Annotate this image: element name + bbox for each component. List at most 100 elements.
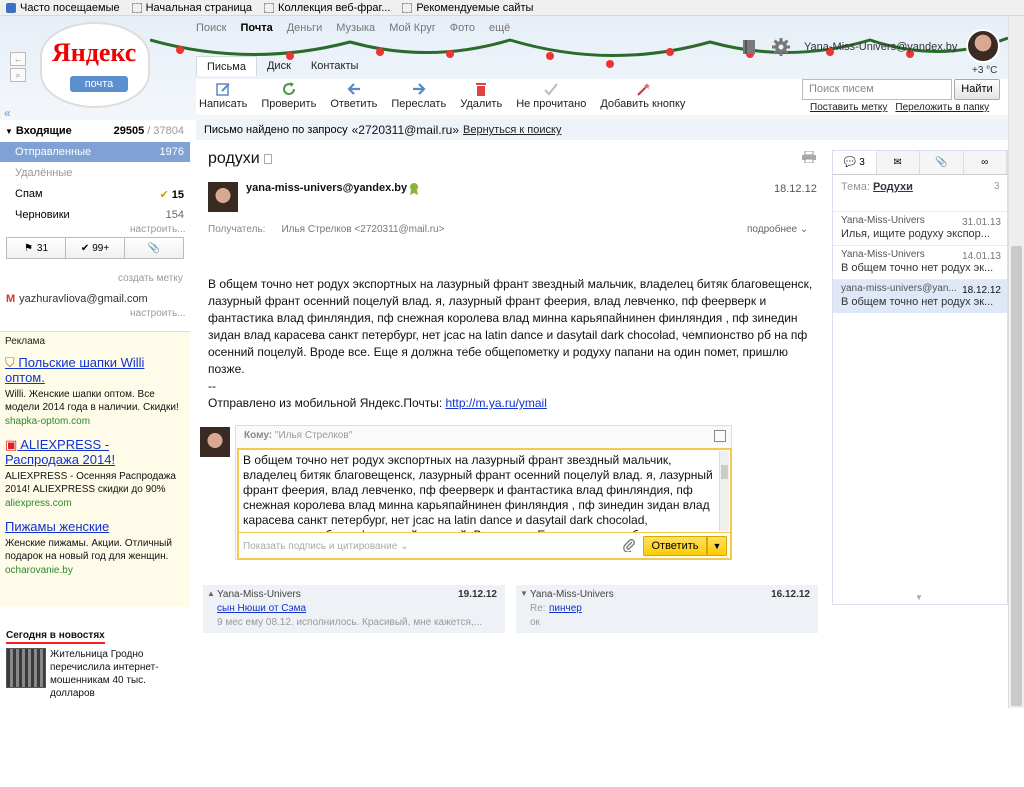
spam-check-icon: ✔ bbox=[159, 189, 169, 201]
thread-item-current[interactable]: yana-miss-univers@yan... 18.12.12 В обще… bbox=[833, 279, 1007, 313]
search-input[interactable]: Поиск писем bbox=[802, 79, 952, 100]
scroll-down-icon[interactable]: ▼ bbox=[915, 593, 923, 602]
reply-button[interactable]: Ответить bbox=[327, 79, 380, 115]
bookmark-frequent[interactable]: Часто посещаемые bbox=[6, 2, 120, 14]
sender-avatar[interactable] bbox=[208, 182, 238, 212]
flagged-filter-button[interactable]: ⚑ 31 bbox=[7, 238, 66, 258]
sidebar-item-drafts[interactable]: Черновики 154 bbox=[0, 205, 190, 225]
chevron-down-icon: ⌄ bbox=[400, 541, 409, 552]
attachments-filter-button[interactable]: 📎 bbox=[125, 238, 183, 258]
print-icon[interactable] bbox=[802, 151, 816, 163]
page-scrollbar[interactable] bbox=[1008, 16, 1024, 708]
search-result-bar: Письмо найдено по запросу «2720311@mail.… bbox=[196, 120, 1008, 140]
service-photo[interactable]: Фото bbox=[450, 22, 475, 34]
news-image[interactable] bbox=[6, 648, 46, 688]
tab-disk[interactable]: Диск bbox=[257, 56, 301, 76]
link-icon: ∞ bbox=[981, 157, 989, 168]
ad-title[interactable]: ⛉ Польские шапки Willi оптом. bbox=[5, 355, 185, 385]
reply-footer: Показать подпись и цитирование ⌄ Ответит… bbox=[237, 533, 732, 560]
folders-setup-link[interactable]: настроить... bbox=[130, 224, 186, 235]
chat-bubble-icon: 💬 bbox=[843, 157, 857, 168]
back-arrow-icon[interactable]: ← bbox=[10, 52, 26, 66]
reply-textarea[interactable]: В общем точно нет родух экспортных на ла… bbox=[237, 448, 732, 534]
thread-item[interactable]: Yana-Miss-Univers 31.01.13 Илья, ищите р… bbox=[833, 211, 1007, 245]
recipient[interactable]: Илья Стрелков <2720311@mail.ru> bbox=[281, 224, 444, 235]
sidebar-item-inbox[interactable]: ▼ Входящие 29505 / 37804 bbox=[0, 121, 190, 141]
user-avatar[interactable] bbox=[966, 29, 1000, 63]
book-icon[interactable] bbox=[740, 38, 758, 56]
tab-contacts[interactable]: Контакты bbox=[301, 56, 369, 76]
prev-message[interactable]: ▲ Yana-Miss-Univers 19.12.12 сын Нюши от… bbox=[203, 585, 505, 633]
show-signature-link[interactable]: Показать подпись и цитирование ⌄ bbox=[243, 541, 408, 552]
create-label-link[interactable]: создать метку bbox=[118, 273, 183, 284]
bookmark-home[interactable]: Начальная страница bbox=[131, 2, 252, 14]
mark-unread-button[interactable]: Не прочитано bbox=[513, 79, 589, 115]
ad-body: Женские пижамы. Акции. Отличный подарок … bbox=[5, 538, 172, 562]
expand-icon[interactable] bbox=[714, 430, 726, 442]
ad-url[interactable]: aliexpress.com bbox=[5, 498, 185, 509]
sidebar-item-spam[interactable]: Спам ✔ 15 bbox=[0, 184, 190, 204]
forward-button[interactable]: Переслать bbox=[388, 79, 449, 115]
service-search[interactable]: Поиск bbox=[196, 22, 226, 34]
ad-url[interactable]: ocharovanie.by bbox=[5, 565, 185, 576]
set-label-link[interactable]: Поставить метку bbox=[810, 102, 887, 113]
ad-url[interactable]: shapka-optom.com bbox=[5, 416, 185, 427]
bookmark-recommended[interactable]: Рекомендуемые сайты bbox=[402, 2, 533, 14]
tab-thread[interactable]: 💬 3 bbox=[833, 151, 877, 174]
message-pane: родухи yana-miss-univers@yandex.by 18.12… bbox=[196, 140, 828, 640]
tab-attachments[interactable]: 📎 bbox=[920, 151, 964, 174]
service-moikrug[interactable]: Мой Круг bbox=[389, 22, 436, 34]
news-text[interactable]: Жительница Гродно перечислила интернет-м… bbox=[50, 648, 180, 700]
news-header[interactable]: Сегодня в новостях bbox=[6, 630, 105, 644]
send-reply-button[interactable]: Ответить bbox=[643, 536, 707, 556]
flag-icon[interactable] bbox=[264, 154, 272, 164]
add-button-button[interactable]: Добавить кнопку bbox=[597, 79, 688, 115]
compose-button[interactable]: Написать bbox=[196, 79, 250, 115]
sender-email[interactable]: yana-miss-univers@yandex.by bbox=[246, 182, 407, 194]
collapse-sidebar-icon[interactable]: « bbox=[4, 106, 11, 120]
label-filter-buttons: ⚑ 31 ✔ 99+ 📎 bbox=[6, 237, 184, 259]
tab-links[interactable]: ∞ bbox=[963, 151, 1007, 174]
ad-title[interactable]: ▣ ALIEXPRESS - Распродажа 2014! bbox=[5, 437, 185, 467]
sidebar-item-deleted[interactable]: Удалённые bbox=[0, 163, 190, 183]
message-date: 18.12.12 bbox=[774, 183, 817, 195]
delete-button[interactable]: Удалить bbox=[457, 79, 505, 115]
user-email[interactable]: Yana-Miss-Univers@yandex.by bbox=[804, 41, 957, 53]
paperclip-icon: 📎 bbox=[935, 157, 948, 168]
tab-envelope[interactable]: ✉ bbox=[876, 151, 920, 174]
search-icon[interactable]: ⌕ bbox=[10, 68, 26, 82]
ad-item: ▣ ALIEXPRESS - Распродажа 2014! ALIEXPRE… bbox=[5, 437, 185, 509]
send-options-chevron-icon[interactable]: ▼ bbox=[707, 536, 727, 556]
paperclip-icon[interactable] bbox=[622, 538, 636, 552]
service-more[interactable]: ещё bbox=[489, 22, 510, 34]
service-mail[interactable]: Почта bbox=[240, 22, 272, 34]
next-message[interactable]: ▼ Yana-Miss-Univers 16.12.12 Re: пинчер … bbox=[516, 585, 818, 633]
bookmark-webslices[interactable]: Коллекция веб-фраг... bbox=[264, 2, 390, 14]
ads-header: Реклама bbox=[5, 336, 46, 347]
check-mail-button[interactable]: Проверить bbox=[258, 79, 319, 115]
signature-link[interactable]: http://m.ya.ru/ymail bbox=[446, 396, 547, 410]
ad-title[interactable]: Пижамы женские bbox=[5, 519, 185, 534]
checked-filter-button[interactable]: ✔ 99+ bbox=[66, 238, 125, 258]
sidebar-item-sent[interactable]: Отправленные 1976 bbox=[0, 142, 190, 162]
search-button[interactable]: Найти bbox=[954, 79, 1000, 100]
header-right: Yana-Miss-Univers@yandex.by bbox=[740, 38, 965, 56]
bookmark-icon bbox=[402, 2, 413, 13]
reply-scrollbar[interactable] bbox=[719, 451, 729, 531]
collector-gmail[interactable]: M yazhuravliova@gmail.com bbox=[6, 293, 148, 305]
yandex-logo[interactable]: Яндекс почта bbox=[40, 22, 150, 108]
service-money[interactable]: Деньги bbox=[287, 22, 323, 34]
reply-to-field[interactable]: Кому: "Илья Стрелков" bbox=[244, 430, 352, 441]
gear-icon[interactable] bbox=[772, 38, 790, 56]
details-link[interactable]: подробнее ⌄ bbox=[747, 224, 808, 235]
tab-letters[interactable]: Письма bbox=[196, 56, 257, 76]
weather-temp[interactable]: +3 °C bbox=[972, 65, 997, 76]
bookmark-icon bbox=[6, 2, 16, 13]
thread-panel: 💬 3 ✉ 📎 ∞ Тема: Родухи 3 Yana-Miss-Univer… bbox=[832, 150, 1008, 605]
back-to-search-link[interactable]: Вернуться к поиску bbox=[463, 124, 561, 136]
hat-icon: ⛉ bbox=[5, 355, 15, 370]
collector-setup-link[interactable]: настроить... bbox=[130, 308, 186, 319]
thread-item[interactable]: Yana-Miss-Univers 14.01.13 В общем точно… bbox=[833, 245, 1007, 279]
service-music[interactable]: Музыка bbox=[336, 22, 375, 34]
move-to-folder-link[interactable]: Переложить в папку bbox=[895, 102, 989, 113]
